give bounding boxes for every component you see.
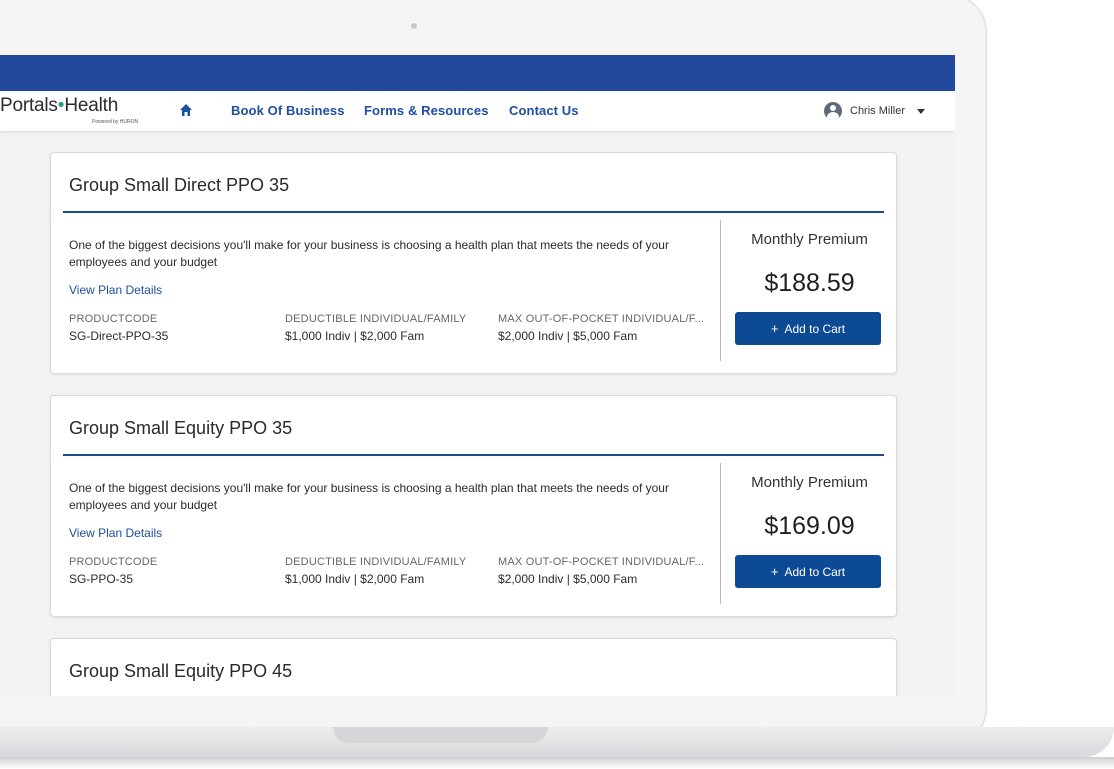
logo[interactable]: Portals•Health Powered by HURON (0, 95, 138, 125)
plan-card: Group Small Direct PPO 35 One of the big… (50, 152, 897, 374)
card-divider (63, 211, 884, 213)
product-code-label: PRODUCTCODE (69, 313, 158, 325)
monthly-premium-label: Monthly Premium (751, 231, 868, 248)
plan-title: Group Small Equity PPO 35 (69, 418, 293, 438)
camera-dot (411, 23, 417, 29)
deductible-label: DEDUCTIBLE INDIVIDUAL/FAMILY (285, 313, 467, 325)
add-to-cart-button[interactable]: + Add to Cart (735, 555, 881, 588)
avatar (824, 102, 842, 120)
plus-icon: + (770, 321, 779, 336)
nav-link-contact-us[interactable]: Contact Us (509, 103, 579, 118)
deductible-value: $1,000 Indiv | $2,000 Fam (285, 329, 425, 343)
product-code-value: SG-Direct-PPO-35 (69, 329, 169, 343)
plan-card: Group Small Equity PPO 35 One of the big… (50, 395, 897, 617)
card-divider (63, 454, 884, 456)
max-oop-label: MAX OUT-OF-POCKET INDIVIDUAL/F... (498, 556, 705, 568)
deductible-label: DEDUCTIBLE INDIVIDUAL/FAMILY (285, 556, 467, 568)
deductible-value: $1,000 Indiv | $2,000 Fam (285, 572, 425, 586)
max-oop-value: $2,000 Indiv | $5,000 Fam (498, 329, 638, 343)
monthly-premium-label: Monthly Premium (751, 474, 868, 491)
plan-description: One of the biggest decisions you'll make… (69, 238, 669, 269)
nav-link-forms-resources[interactable]: Forms & Resources (364, 103, 489, 118)
max-oop-value: $2,000 Indiv | $5,000 Fam (498, 572, 638, 586)
user-menu[interactable]: Chris Miller (824, 101, 925, 121)
add-to-cart-label: Add to Cart (784, 564, 846, 579)
plan-title: Group Small Equity PPO 45 (69, 661, 293, 681)
home-icon[interactable] (178, 102, 194, 118)
plan-title: Group Small Direct PPO 35 (69, 175, 290, 195)
user-name: Chris Miller (850, 105, 905, 117)
logo-name-right: Health (64, 95, 119, 116)
logo-name-left: Portals (0, 95, 58, 116)
add-to-cart-label: Add to Cart (784, 321, 846, 336)
monthly-premium-value: $169.09 (764, 512, 855, 540)
view-plan-details-link[interactable]: View Plan Details (69, 526, 162, 540)
add-to-cart-button[interactable]: + Add to Cart (735, 312, 881, 345)
product-code-value: SG-PPO-35 (69, 572, 134, 586)
logo-powered-by: Powered by HURON (92, 119, 139, 125)
plan-card: Group Small Equity PPO 45 (50, 638, 897, 696)
max-oop-label: MAX OUT-OF-POCKET INDIVIDUAL/F... (498, 313, 705, 325)
chevron-down-icon[interactable] (917, 108, 925, 114)
plan-list: Group Small Direct PPO 35 One of the big… (50, 152, 897, 696)
laptop-shadow (0, 757, 1114, 769)
plan-description: One of the biggest decisions you'll make… (69, 481, 669, 512)
laptop-base (0, 727, 1114, 757)
product-code-label: PRODUCTCODE (69, 556, 158, 568)
view-plan-details-link[interactable]: View Plan Details (69, 283, 162, 297)
nav-link-book-of-business[interactable]: Book Of Business (231, 103, 345, 118)
nav-bar: Portals•Health Powered by HURON Book Of … (0, 91, 955, 132)
plus-icon: + (770, 564, 779, 579)
laptop-notch (333, 727, 548, 743)
top-bar (0, 55, 955, 91)
screen: Portals•Health Powered by HURON Book Of … (0, 55, 955, 696)
monthly-premium-value: $188.59 (764, 269, 855, 297)
